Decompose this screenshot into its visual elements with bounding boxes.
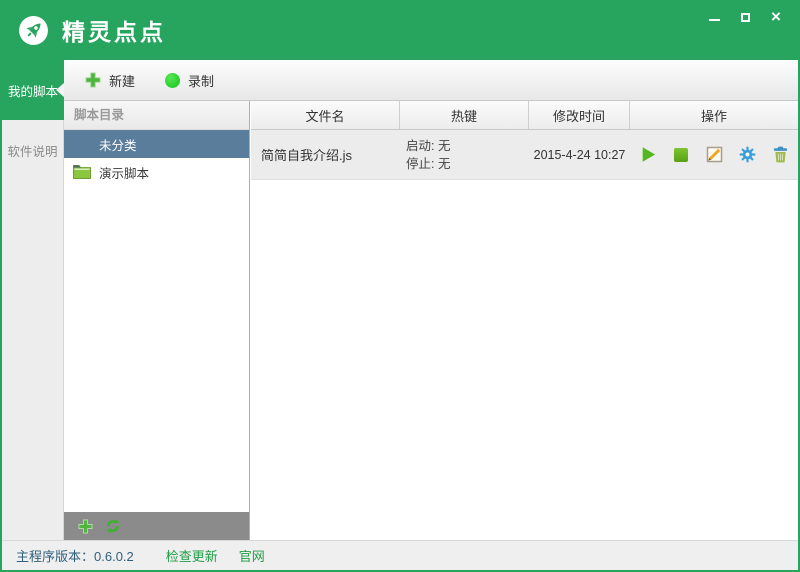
panel-empty-area — [64, 186, 249, 512]
edit-script-button[interactable] — [705, 146, 723, 164]
script-directory-panel: 脚本目录 未分类 演示脚本 — [64, 101, 250, 540]
script-table: 文件名 热键 修改时间 操作 简简自我介绍.js 启动: 无 停止: 无 201… — [251, 101, 798, 540]
record-button[interactable]: 录制 — [165, 71, 214, 90]
rocket-logo-icon — [18, 15, 49, 46]
new-script-button[interactable]: 新建 — [85, 71, 135, 90]
maximize-icon — [741, 13, 750, 22]
version-value: 0.6.0.2 — [94, 549, 134, 564]
stop-icon — [674, 148, 688, 162]
maximize-button[interactable] — [737, 9, 753, 25]
cell-filename: 简简自我介绍.js — [251, 130, 400, 179]
toolbar: 新建 录制 — [64, 60, 798, 101]
delete-script-button[interactable] — [771, 146, 789, 164]
official-website-link[interactable]: 官网 — [239, 546, 265, 565]
column-header-modified[interactable]: 修改时间 — [529, 101, 630, 129]
settings-button[interactable] — [738, 146, 756, 164]
panel-header: 脚本目录 — [64, 101, 249, 130]
trash-icon — [772, 146, 789, 163]
titlebar: 精灵点点 × — [0, 0, 800, 60]
column-header-hotkey[interactable]: 热键 — [400, 101, 529, 129]
check-update-link[interactable]: 检查更新 — [166, 546, 218, 565]
hotkey-stop: 停止: 无 — [406, 155, 450, 173]
version-label: 主程序版本： — [16, 549, 94, 564]
play-icon — [640, 146, 657, 163]
column-header-filename[interactable]: 文件名 — [251, 101, 400, 129]
run-script-button[interactable] — [639, 146, 657, 164]
table-header: 文件名 热键 修改时间 操作 — [251, 101, 798, 130]
folder-icon — [73, 164, 91, 179]
close-button[interactable]: × — [768, 9, 784, 25]
sidebar-tab-label: 软件说明 — [7, 141, 57, 160]
sidebar-tab-label: 我的脚本 — [8, 81, 58, 100]
refresh-button[interactable] — [105, 518, 121, 534]
minimize-button[interactable] — [706, 9, 722, 25]
category-label: 演示脚本 — [99, 163, 149, 182]
panel-utility-bar — [64, 512, 249, 540]
hotkey-start: 启动: 无 — [406, 137, 450, 155]
version-info: 主程序版本：0.6.0.2 — [16, 546, 134, 565]
plus-icon — [85, 72, 101, 88]
minimize-icon — [709, 19, 720, 21]
table-row[interactable]: 简简自我介绍.js 启动: 无 停止: 无 2015-4-24 10:27 — [251, 130, 798, 180]
cell-actions — [630, 130, 798, 179]
sidebar-tab-software-info[interactable]: 软件说明 — [2, 120, 63, 180]
statusbar: 主程序版本：0.6.0.2 检查更新 官网 — [2, 540, 798, 570]
add-category-button[interactable] — [77, 518, 93, 534]
app-title: 精灵点点 — [62, 13, 166, 47]
sidebar-tab-my-scripts[interactable]: 我的脚本 — [2, 60, 64, 120]
window-controls: × — [706, 9, 784, 25]
sidebar: 我的脚本 软件说明 — [2, 60, 64, 540]
category-label: 未分类 — [99, 135, 137, 154]
new-script-label: 新建 — [109, 71, 135, 90]
cell-hotkey: 启动: 无 停止: 无 — [400, 130, 529, 179]
gear-icon — [739, 146, 756, 163]
record-label: 录制 — [188, 71, 214, 90]
cell-modified-time: 2015-4-24 10:27 — [529, 130, 630, 179]
plus-icon — [78, 519, 93, 534]
category-item-demo-script[interactable]: 演示脚本 — [64, 158, 249, 186]
stop-script-button[interactable] — [672, 146, 690, 164]
category-item-uncategorized[interactable]: 未分类 — [64, 130, 249, 158]
app-window: 精灵点点 × 我的脚本 软件说明 新建 录制 脚本目录 未分类 — [0, 0, 800, 572]
edit-icon — [706, 146, 723, 163]
column-header-actions[interactable]: 操作 — [630, 101, 798, 129]
record-icon — [165, 73, 180, 88]
refresh-icon — [105, 518, 121, 534]
